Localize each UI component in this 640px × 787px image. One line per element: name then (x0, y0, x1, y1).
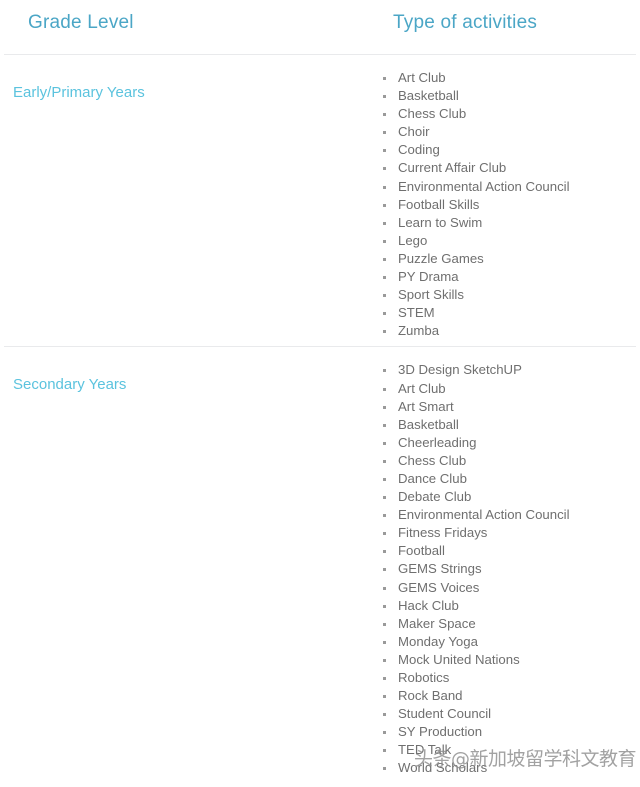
list-item: Mock United Nations (379, 651, 640, 669)
list-item: Robotics (379, 669, 640, 687)
list-item: Art Smart (379, 398, 640, 416)
list-item: Basketball (379, 416, 640, 434)
list-item: Football (379, 542, 640, 560)
list-item: STEM (379, 304, 640, 322)
list-item: Dance Club (379, 470, 640, 488)
list-item: Football Skills (379, 196, 640, 214)
list-item: Environmental Action Council (379, 506, 640, 524)
list-item: Art Club (379, 380, 640, 398)
list-item: Debate Club (379, 488, 640, 506)
list-item: Coding (379, 141, 640, 159)
list-item: Choir (379, 123, 640, 141)
list-item: Cheerleading (379, 434, 640, 452)
column-header-grade-level: Grade Level (28, 12, 134, 33)
activities-table: Grade Level Type of activities Early/Pri… (0, 0, 640, 784)
list-item: Current Affair Club (379, 159, 640, 177)
list-item: Basketball (379, 87, 640, 105)
list-item: Environmental Action Council (379, 178, 640, 196)
list-item: Learn to Swim (379, 214, 640, 232)
list-item: 3D Design SketchUP (379, 361, 640, 379)
activity-list-early-primary-years: Art Club Basketball Chess Club Choir Cod… (379, 63, 640, 340)
grade-label-secondary-years: Secondary Years (13, 376, 127, 394)
table-header-row: Grade Level Type of activities (0, 0, 640, 54)
list-item: Chess Club (379, 105, 640, 123)
list-item: World Scholars (379, 759, 640, 777)
list-item: Hack Club (379, 597, 640, 615)
list-item: Monday Yoga (379, 633, 640, 651)
list-item: Maker Space (379, 615, 640, 633)
grade-label-early-primary-years: Early/Primary Years (13, 84, 145, 101)
list-item: PY Drama (379, 268, 640, 286)
list-item: Sport Skills (379, 286, 640, 304)
list-item: GEMS Voices (379, 579, 640, 597)
list-item: Fitness Fridays (379, 524, 640, 542)
list-item: Puzzle Games (379, 250, 640, 268)
list-item: Rock Band (379, 687, 640, 705)
list-item: Chess Club (379, 452, 640, 470)
list-item: GEMS Strings (379, 560, 640, 578)
list-item: TED Talk (379, 741, 640, 759)
list-item: SY Production (379, 723, 640, 741)
list-item: Student Council (379, 705, 640, 723)
list-item: Zumba (379, 322, 640, 340)
list-item: Lego (379, 232, 640, 250)
table-row: Secondary Years 3D Design SketchUP Art C… (0, 347, 640, 783)
list-item: Art Club (379, 69, 640, 87)
table-row: Early/Primary Years Art Club Basketball … (0, 55, 640, 346)
column-header-type-of-activities: Type of activities (393, 12, 538, 33)
activity-list-secondary-years: 3D Design SketchUP Art Club Art Smart Ba… (379, 355, 640, 777)
